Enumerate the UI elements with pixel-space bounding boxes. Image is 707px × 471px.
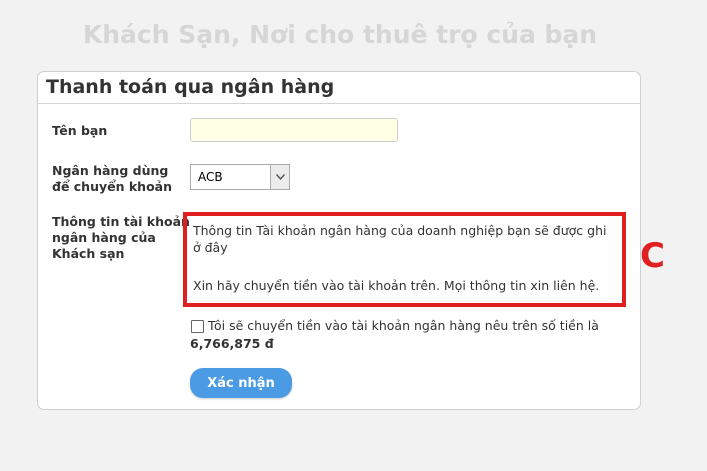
info-label-line2: ngân hàng của: [52, 230, 156, 245]
payment-panel: Thanh toán qua ngân hàng Tên bạn Ngân hà…: [37, 71, 641, 410]
confirm-text: Tôi sẽ chuyển tiền vào tài khoản ngân hà…: [190, 317, 630, 353]
bank-label-line2: để chuyển khoản: [52, 179, 172, 194]
bank-select[interactable]: ACB: [190, 164, 290, 190]
annotation-letter: C: [640, 236, 665, 276]
panel-divider: [38, 103, 640, 104]
confirm-amount: 6,766,875 đ: [190, 336, 274, 351]
bank-info-box: Thông tin Tài khoản ngân hàng của doanh …: [183, 212, 626, 307]
name-input[interactable]: [190, 118, 398, 142]
info-label: Thông tin tài khoản ngân hàng của Khách …: [52, 214, 190, 262]
bank-info-instruction: Xin hãy chuyển tiền vào tài khoản trên. …: [193, 278, 600, 293]
panel-title: Thanh toán qua ngân hàng: [46, 76, 335, 98]
info-label-line3: Khách sạn: [52, 246, 125, 261]
info-label-line1: Thông tin tài khoản: [52, 214, 190, 229]
bank-info-text: Thông tin Tài khoản ngân hàng của doanh …: [193, 223, 607, 255]
bank-label: Ngân hàng dùng để chuyển khoản: [52, 163, 172, 195]
bank-select-value: ACB: [198, 170, 223, 184]
confirm-label: Tôi sẽ chuyển tiền vào tài khoản ngân hà…: [208, 318, 599, 333]
name-label: Tên bạn: [52, 123, 108, 138]
bank-label-line1: Ngân hàng dùng: [52, 163, 169, 178]
submit-button[interactable]: Xác nhận: [190, 368, 292, 398]
page-header: Khách Sạn, Nơi cho thuê trọ của bạn: [82, 20, 598, 49]
chevron-down-icon[interactable]: [270, 165, 289, 189]
